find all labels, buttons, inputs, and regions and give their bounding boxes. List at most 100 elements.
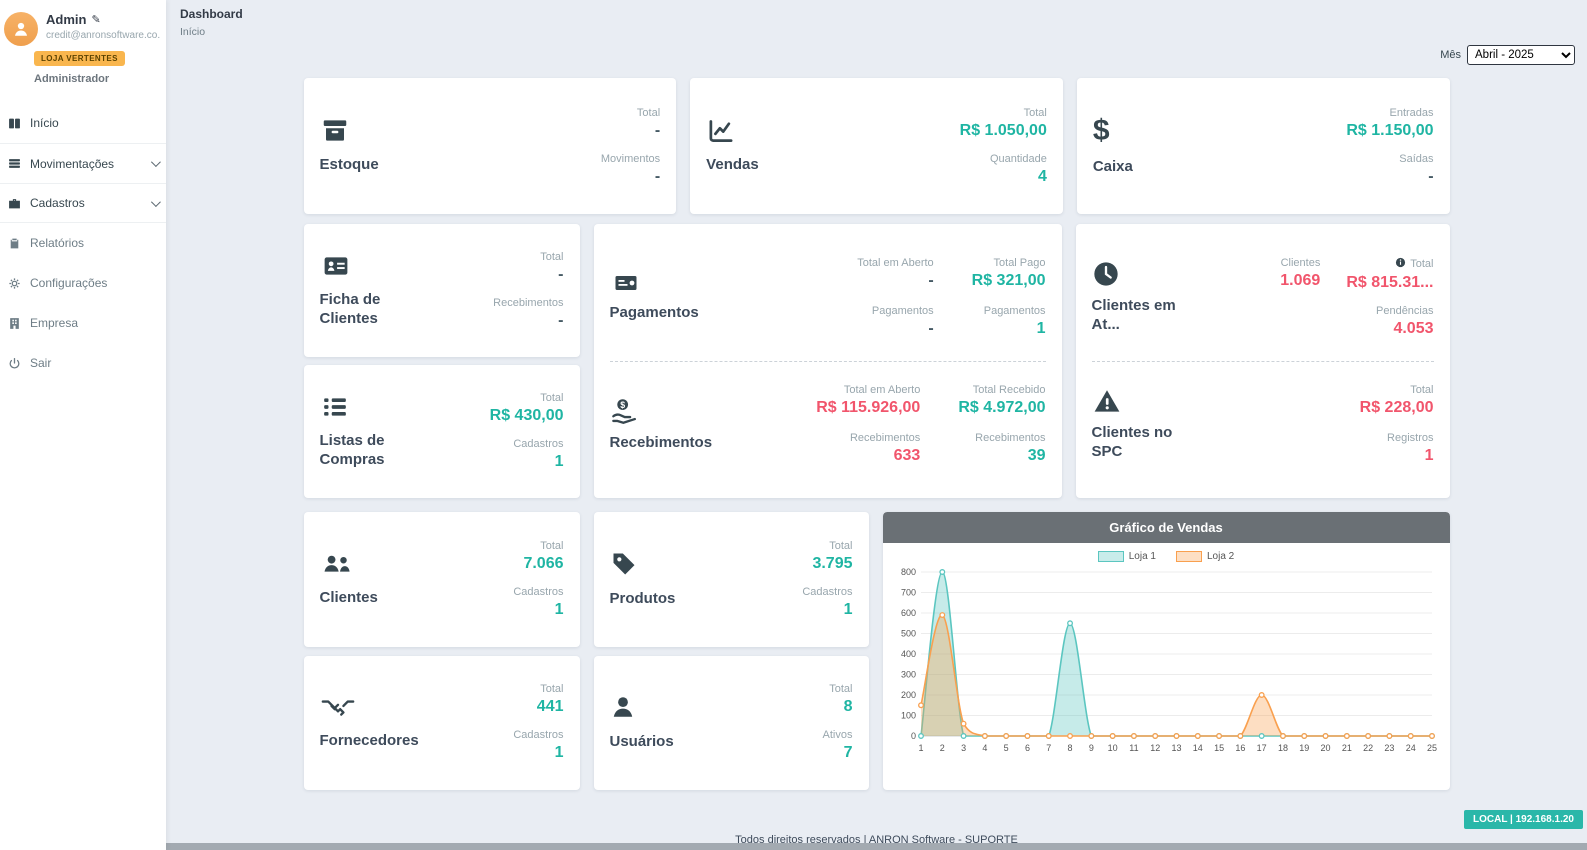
stat-value: 1 (490, 453, 564, 471)
card-title: Clientes no SPC (1092, 424, 1204, 462)
svg-text:21: 21 (1341, 743, 1351, 753)
legend-swatch-loja1 (1098, 551, 1124, 562)
briefcase-icon (8, 197, 21, 210)
card-estoque: Estoque Total- Movimentos- (304, 78, 677, 214)
person-icon (12, 20, 30, 38)
page-title: Dashboard (180, 7, 1587, 21)
stat-label: Total (802, 540, 852, 552)
svg-text:10: 10 (1107, 743, 1117, 753)
stat-value: - (601, 122, 660, 140)
stat-value: 1 (802, 601, 852, 619)
stat-label: Cadastros (490, 438, 564, 450)
stat-value: 4.053 (1376, 320, 1434, 338)
svg-text:700: 700 (900, 588, 915, 598)
svg-text:300: 300 (900, 670, 915, 680)
svg-text:9: 9 (1088, 743, 1093, 753)
stat-value: 633 (850, 447, 920, 465)
card-clientes: Clientes Total7.066 Cadastros1 (304, 512, 580, 647)
building-icon (8, 317, 21, 330)
card-title: Clientes em At... (1092, 297, 1204, 335)
svg-text:17: 17 (1256, 743, 1266, 753)
stat-label: Total em Aberto (857, 257, 933, 269)
card-listas-compras: Listas de Compras TotalR$ 430,00 Cadastr… (304, 365, 580, 498)
svg-text:100: 100 (900, 711, 915, 721)
stat-label: Pagamentos (872, 305, 934, 317)
id-card-icon (320, 253, 432, 279)
stat-value: 7 (823, 744, 853, 762)
clientes-spc-section: Clientes no SPC TotalR$ 228,00 Registros… (1092, 362, 1434, 489)
card-caixa: $ Caixa EntradasR$ 1.150,00 Saídas- (1077, 78, 1450, 214)
stat-value: 8 (823, 698, 853, 716)
chart-title: Gráfico de Vendas (883, 512, 1450, 543)
card-title: Ficha de Clientes (320, 291, 432, 329)
info-icon[interactable] (1395, 257, 1406, 271)
stat-label: Quantidade (960, 153, 1047, 165)
svg-text:11: 11 (1129, 743, 1138, 753)
svg-text:400: 400 (900, 649, 915, 659)
power-icon (8, 357, 21, 370)
stat-label: Total (493, 251, 563, 263)
card-title: Caixa (1093, 158, 1189, 177)
stat-label: Pendências (1376, 305, 1434, 317)
svg-text:12: 12 (1150, 743, 1160, 753)
clock-icon (1092, 260, 1212, 288)
cards-grid: Estoque Total- Movimentos- Vendas Total R… (304, 78, 1450, 790)
svg-text:800: 800 (900, 567, 915, 577)
stat-label: Total (490, 392, 564, 404)
svg-text:18: 18 (1277, 743, 1287, 753)
stat-label: Total (1410, 258, 1433, 270)
svg-text:3: 3 (961, 743, 966, 753)
svg-text:1: 1 (918, 743, 923, 753)
svg-text:16: 16 (1235, 743, 1245, 753)
stat-value: 3.795 (802, 555, 852, 573)
svg-text:13: 13 (1171, 743, 1181, 753)
edit-profile-icon[interactable]: ✎ (91, 13, 100, 26)
stat-label: Cadastros (513, 729, 563, 741)
card-title: Fornecedores (320, 732, 419, 751)
stat-label: Recebimentos (975, 432, 1045, 444)
legend-item-loja2[interactable]: Loja 2 (1176, 551, 1234, 562)
sidebar-item-empresa[interactable]: Empresa (0, 303, 166, 343)
legend-item-loja1[interactable]: Loja 1 (1098, 551, 1156, 562)
card-title: Vendas (706, 156, 802, 175)
stat-label: Recebimentos (850, 432, 920, 444)
stat-value: 39 (975, 447, 1045, 465)
user-name: Admin (46, 12, 86, 27)
card-ficha-clientes: Ficha de Clientes Total- Recebimentos- (304, 224, 580, 357)
stat-value: 441 (513, 698, 563, 716)
stat-value: R$ 4.972,00 (958, 399, 1045, 417)
stat-label: Total (960, 107, 1047, 119)
stat-label: Pagamentos (984, 305, 1046, 317)
gear-icon (8, 277, 21, 290)
avatar[interactable] (4, 12, 38, 46)
sidebar-item-cadastros[interactable]: Cadastros (0, 183, 166, 223)
month-select[interactable]: Abril - 2025 (1467, 45, 1575, 65)
dollar-icon: $ (1093, 116, 1189, 146)
card-grafico-vendas: Gráfico de Vendas Loja 1 Loja 2 01002003… (883, 512, 1450, 790)
sidebar-item-relatorios[interactable]: Relatórios (0, 223, 166, 263)
svg-text:15: 15 (1214, 743, 1224, 753)
svg-text:500: 500 (900, 629, 915, 639)
svg-text:24: 24 (1405, 743, 1415, 753)
stat-value: - (1346, 168, 1433, 186)
svg-text:14: 14 (1192, 743, 1202, 753)
breadcrumb[interactable]: Início (180, 26, 205, 38)
stat-label: Saídas (1346, 153, 1433, 165)
user-role: Administrador (34, 73, 166, 85)
store-badge: LOJA VERTENTES (34, 51, 125, 66)
stat-label: Ativos (823, 729, 853, 741)
card-title: Listas de Compras (320, 432, 432, 470)
sidebar-item-inicio[interactable]: Início (0, 103, 166, 143)
columns-icon (8, 117, 21, 130)
svg-text:5: 5 (1003, 743, 1008, 753)
sales-area-chart: 0100200300400500600700800123456789101112… (891, 564, 1439, 764)
svg-text:23: 23 (1384, 743, 1394, 753)
stat-value: R$ 1.150,00 (1346, 122, 1433, 140)
sidebar-item-movimentacoes[interactable]: Movimentações (0, 143, 166, 183)
stat-label: Total (823, 683, 853, 695)
card-title: Usuários (610, 733, 706, 752)
card-title: Recebimentos (610, 434, 722, 453)
sidebar-item-configuracoes[interactable]: Configurações (0, 263, 166, 303)
svg-text:19: 19 (1299, 743, 1309, 753)
sidebar-item-sair[interactable]: Sair (0, 343, 166, 383)
